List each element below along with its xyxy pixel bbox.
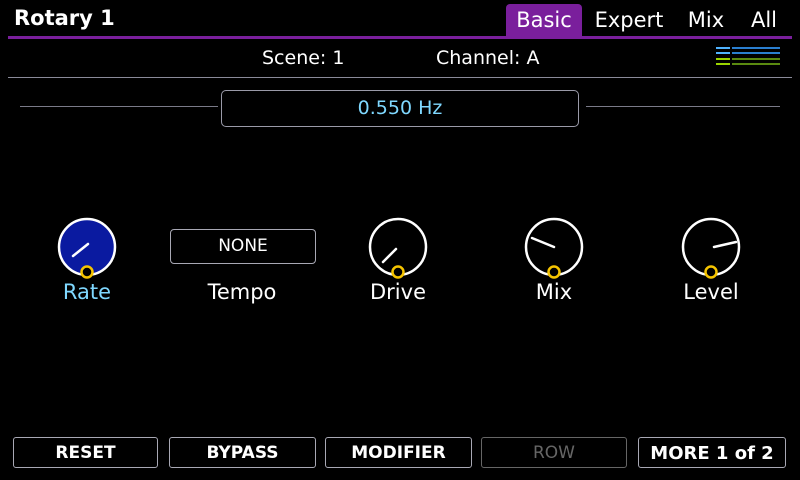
tab-basic[interactable]: Basic [506, 4, 582, 36]
level-knob-label: Level [683, 280, 739, 304]
reset-button[interactable]: RESET [13, 437, 158, 468]
tempo-selector[interactable]: NONE [170, 229, 316, 264]
bypass-button[interactable]: BYPASS [169, 437, 316, 468]
mix-knob[interactable] [522, 216, 586, 280]
header-divider [8, 36, 792, 39]
rate-knob[interactable] [55, 216, 119, 280]
drive-knob[interactable] [366, 216, 430, 280]
more-button[interactable]: MORE 1 of 2 [638, 437, 786, 468]
level-knob[interactable] [679, 216, 743, 280]
modifier-button[interactable]: MODIFIER [325, 437, 472, 468]
tempo-label: Tempo [207, 280, 277, 304]
parameter-value-display[interactable]: 0.550 Hz [221, 90, 579, 127]
tab-mix[interactable]: Mix [682, 4, 730, 36]
value-line-left [20, 106, 218, 107]
scene-divider [8, 77, 792, 78]
channel-indicator[interactable]: Channel: A [436, 47, 539, 69]
value-line-right [586, 106, 780, 107]
level-meter-icon [716, 44, 780, 68]
row-button[interactable]: ROW [481, 437, 627, 468]
rate-knob-label: Rate [62, 280, 112, 304]
tab-expert[interactable]: Expert [592, 4, 666, 36]
scene-indicator[interactable]: Scene: 1 [262, 47, 344, 69]
preset-title: Rotary 1 [14, 6, 115, 30]
mix-knob-label: Mix [535, 280, 573, 304]
tab-all[interactable]: All [744, 4, 784, 36]
drive-knob-label: Drive [370, 280, 426, 304]
